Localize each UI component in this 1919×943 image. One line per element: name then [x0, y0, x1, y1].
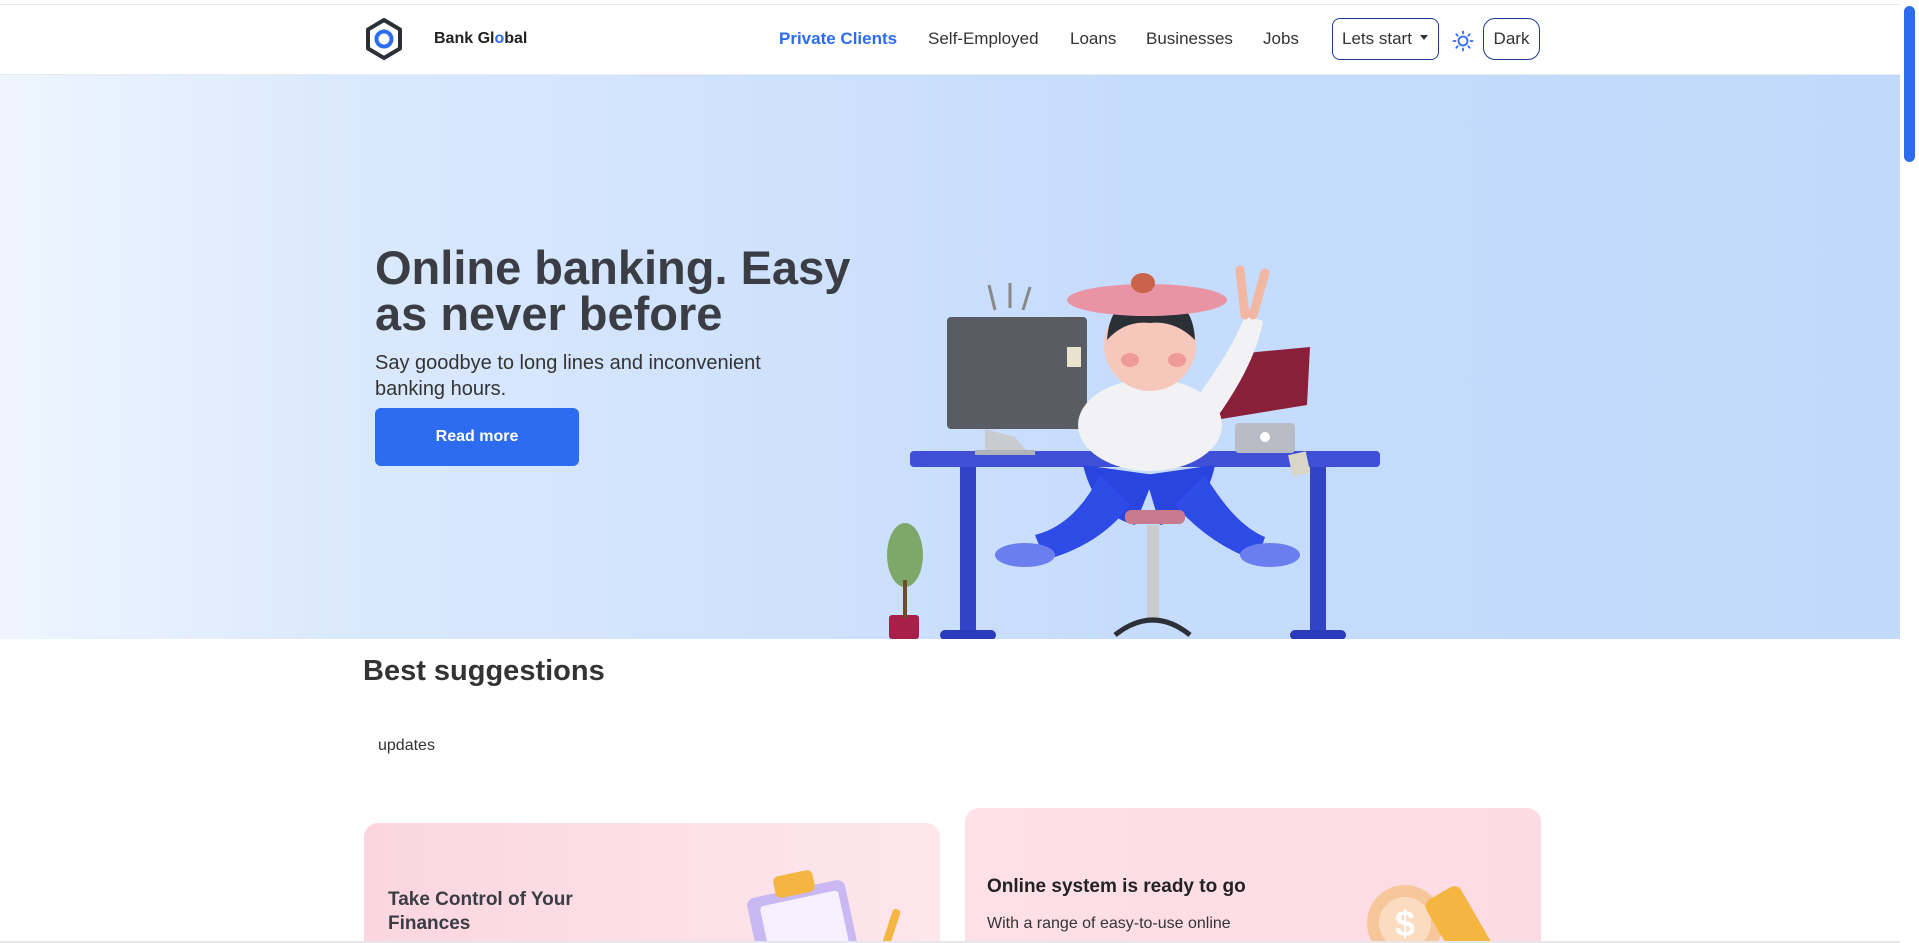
suggestion-card-online-system[interactable]: Online system is ready to go With a rang… [965, 808, 1541, 943]
brand[interactable]: Bank Global [362, 17, 527, 61]
hero-section: Online banking. Easy as never before Say… [0, 75, 1903, 639]
nav-private-clients[interactable]: Private Clients [779, 29, 897, 49]
svg-text:$: $ [1395, 903, 1415, 943]
suggestion-card-finances[interactable]: Take Control of Your Finances [364, 823, 940, 943]
read-more-button[interactable]: Read more [375, 408, 579, 466]
card-title: Take Control of Your Finances [388, 889, 573, 934]
hero-subtitle: Say goodbye to long lines and inconvenie… [375, 352, 761, 400]
hexagon-logo-icon [366, 18, 402, 60]
suggestions-title: Best suggestions [363, 655, 605, 687]
card-title: Online system is ready to go [987, 876, 1246, 897]
card-text: With a range of easy-to-use online [987, 915, 1231, 932]
sun-icon[interactable] [1452, 30, 1474, 52]
scrollbar-thumb[interactable] [1904, 6, 1915, 162]
nav-loans[interactable]: Loans [1070, 29, 1116, 49]
caret-down-icon [1419, 34, 1428, 40]
dropdown-label: Lets start [1342, 29, 1412, 48]
brand-name: Bank Global [434, 30, 528, 47]
nav-self-employed[interactable]: Self-Employed [928, 29, 1039, 49]
hero-title: Online banking. Easy as never before [375, 241, 851, 340]
navbar: Bank Global Private Clients Self-Employe… [0, 5, 1900, 75]
clipboard-icon [747, 870, 901, 943]
coin-wallet-icon: $ [1367, 885, 1495, 943]
dark-mode-button[interactable]: Dark [1483, 18, 1540, 60]
lets-start-dropdown[interactable]: Lets start [1332, 18, 1439, 60]
nav-jobs[interactable]: Jobs [1263, 29, 1299, 49]
banking-person-illustration [887, 265, 1380, 639]
nav-businesses[interactable]: Businesses [1146, 29, 1233, 49]
updates-tab[interactable]: updates [378, 737, 435, 755]
